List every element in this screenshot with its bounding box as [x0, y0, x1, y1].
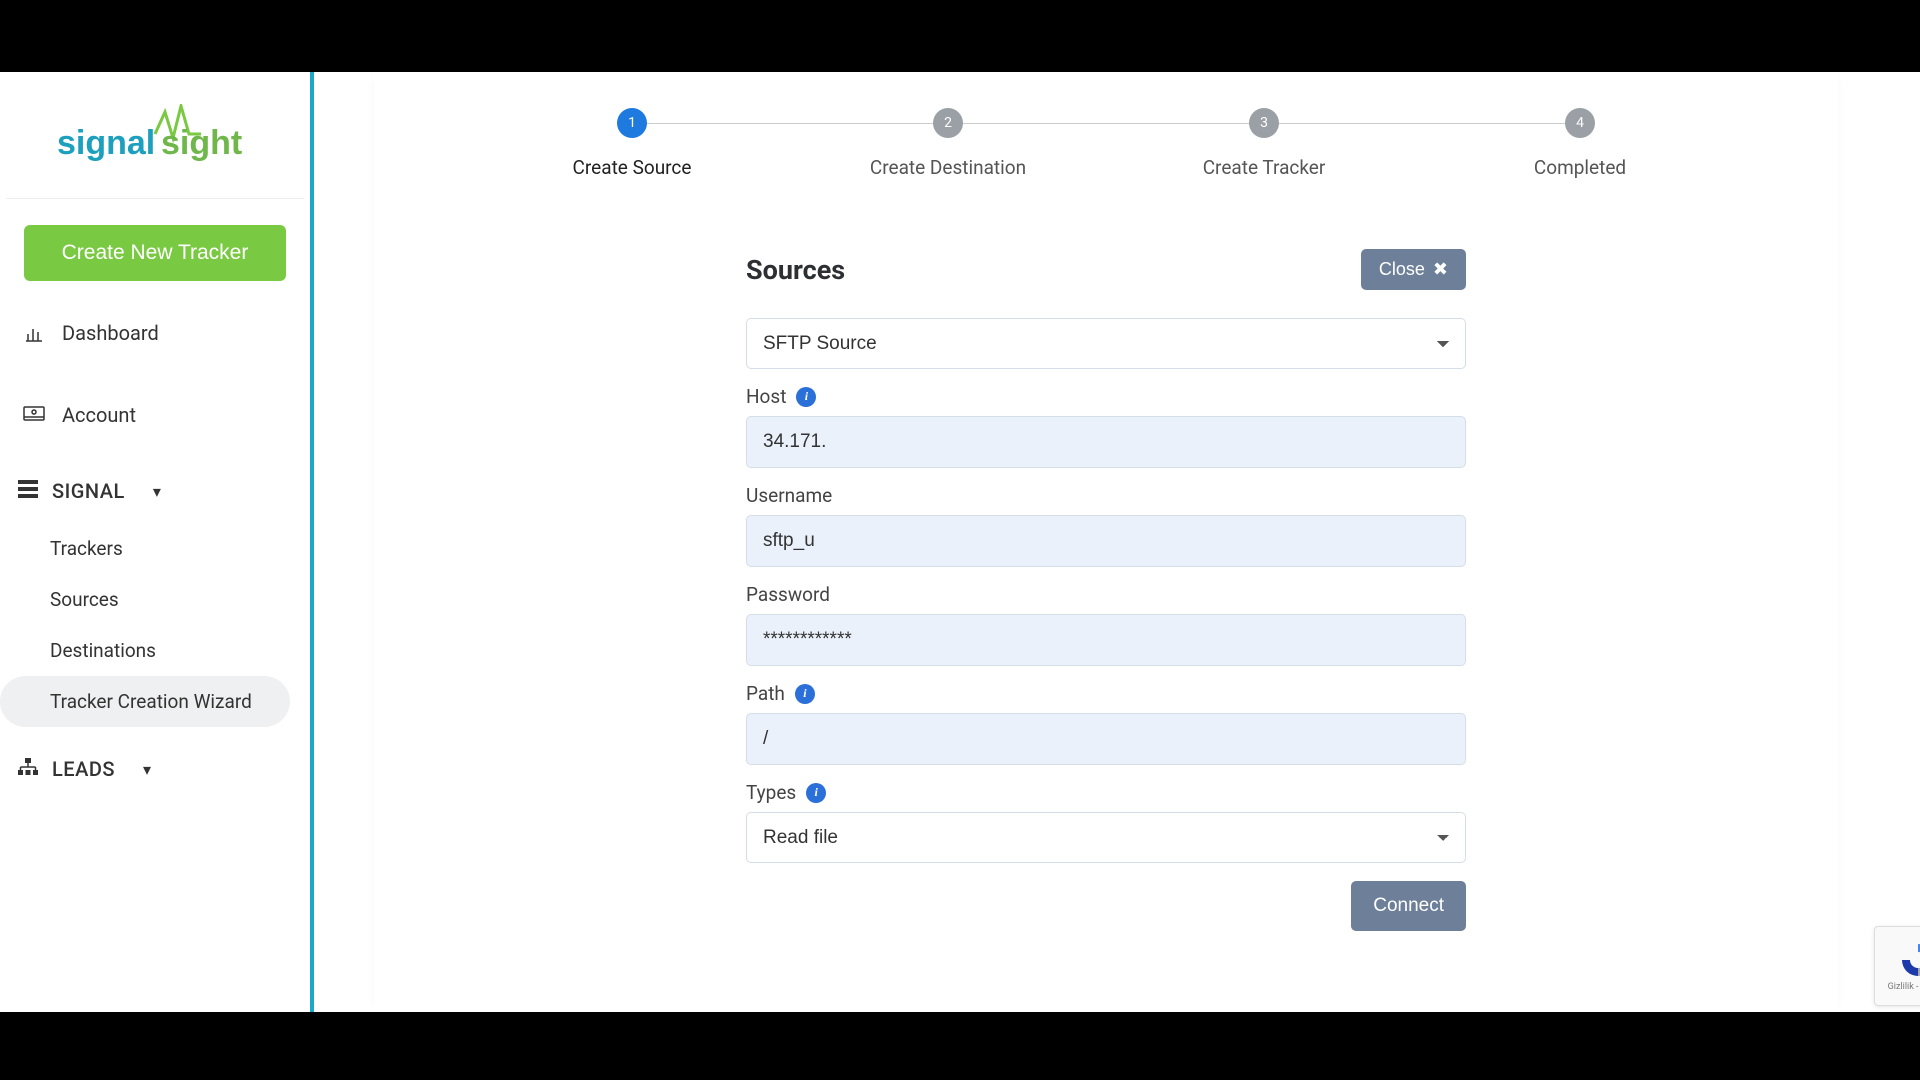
- info-icon[interactable]: i: [806, 783, 826, 803]
- sidebar-section-label: LEADS: [52, 757, 115, 781]
- step-number: 3: [1249, 108, 1279, 138]
- step-label: Completed: [1534, 156, 1626, 179]
- host-input[interactable]: [746, 416, 1466, 468]
- types-label: Types: [746, 781, 796, 804]
- host-label: Host: [746, 385, 786, 408]
- info-icon[interactable]: i: [796, 387, 816, 407]
- svg-text:sight: sight: [161, 124, 242, 162]
- sidebar-item-account[interactable]: Account: [0, 387, 310, 443]
- close-button-label: Close: [1379, 259, 1425, 280]
- svg-text:signal: signal: [57, 124, 155, 162]
- sidebar: signal sight Create New Tracker Dashboar…: [0, 72, 314, 1012]
- sidebar-section-label: SIGNAL: [52, 479, 125, 503]
- step-number: 4: [1565, 108, 1595, 138]
- path-label: Path: [746, 682, 785, 705]
- sidebar-section-leads[interactable]: LEADS ▾: [0, 747, 310, 791]
- info-icon[interactable]: i: [795, 684, 815, 704]
- sidebar-item-destinations[interactable]: Destinations: [50, 625, 310, 676]
- step-label: Create Source: [573, 156, 692, 179]
- create-new-tracker-button[interactable]: Create New Tracker: [24, 225, 286, 281]
- sitemap-icon: [18, 757, 38, 781]
- path-input[interactable]: [746, 713, 1466, 765]
- step-completed[interactable]: 4 Completed: [1422, 108, 1738, 179]
- step-connector: [1279, 123, 1565, 124]
- chevron-down-icon: ▾: [153, 482, 162, 501]
- step-label: Create Destination: [870, 156, 1026, 179]
- monitor-icon: [22, 406, 46, 424]
- signal-subnav: Trackers Sources Destinations Tracker Cr…: [0, 523, 310, 727]
- letterbox-bottom: [0, 1012, 1920, 1080]
- username-label: Username: [746, 484, 832, 507]
- recaptcha-text: Gizlilik - Şartlar: [1888, 982, 1920, 992]
- chevron-down-icon: ▾: [143, 760, 152, 779]
- signalsight-logo-icon: signal sight: [45, 104, 265, 166]
- form-title: Sources: [746, 254, 845, 286]
- step-label: Create Tracker: [1203, 156, 1326, 179]
- password-input[interactable]: [746, 614, 1466, 666]
- chart-icon: [22, 323, 46, 343]
- connect-button[interactable]: Connect: [1351, 881, 1466, 931]
- sidebar-item-dashboard[interactable]: Dashboard: [0, 305, 310, 361]
- recaptcha-icon: [1898, 940, 1920, 980]
- stepper: 1 Create Source 2 Create Destination 3 C…: [474, 108, 1738, 179]
- stack-icon: [18, 479, 38, 503]
- sidebar-item-tracker-creation-wizard[interactable]: Tracker Creation Wizard: [0, 676, 290, 727]
- close-icon: ✖: [1433, 259, 1448, 280]
- close-button[interactable]: Close ✖: [1361, 249, 1466, 290]
- letterbox-top: [0, 0, 1920, 72]
- password-label: Password: [746, 583, 830, 606]
- source-form: Sources Close ✖ SFTP Source Host i: [746, 249, 1466, 931]
- main: 1 Create Source 2 Create Destination 3 C…: [314, 72, 1920, 1012]
- step-connector: [963, 123, 1249, 124]
- step-create-source[interactable]: 1 Create Source: [474, 108, 790, 179]
- sidebar-item-trackers[interactable]: Trackers: [50, 523, 310, 574]
- step-create-destination[interactable]: 2 Create Destination: [790, 108, 1106, 179]
- brand-logo: signal sight: [6, 94, 304, 199]
- step-create-tracker[interactable]: 3 Create Tracker: [1106, 108, 1422, 179]
- sidebar-section-signal[interactable]: SIGNAL ▾: [0, 469, 310, 513]
- sidebar-item-sources[interactable]: Sources: [50, 574, 310, 625]
- content-panel: 1 Create Source 2 Create Destination 3 C…: [374, 72, 1838, 1012]
- step-number: 1: [617, 108, 647, 138]
- username-input[interactable]: [746, 515, 1466, 567]
- types-select[interactable]: Read file: [746, 812, 1466, 863]
- sidebar-item-label: Account: [62, 403, 136, 427]
- step-number: 2: [933, 108, 963, 138]
- app-shell: signal sight Create New Tracker Dashboar…: [0, 72, 1920, 1012]
- recaptcha-badge[interactable]: Gizlilik - Şartlar: [1874, 926, 1920, 1006]
- sidebar-item-label: Dashboard: [62, 321, 159, 345]
- source-type-select[interactable]: SFTP Source: [746, 318, 1466, 369]
- step-connector: [647, 123, 933, 124]
